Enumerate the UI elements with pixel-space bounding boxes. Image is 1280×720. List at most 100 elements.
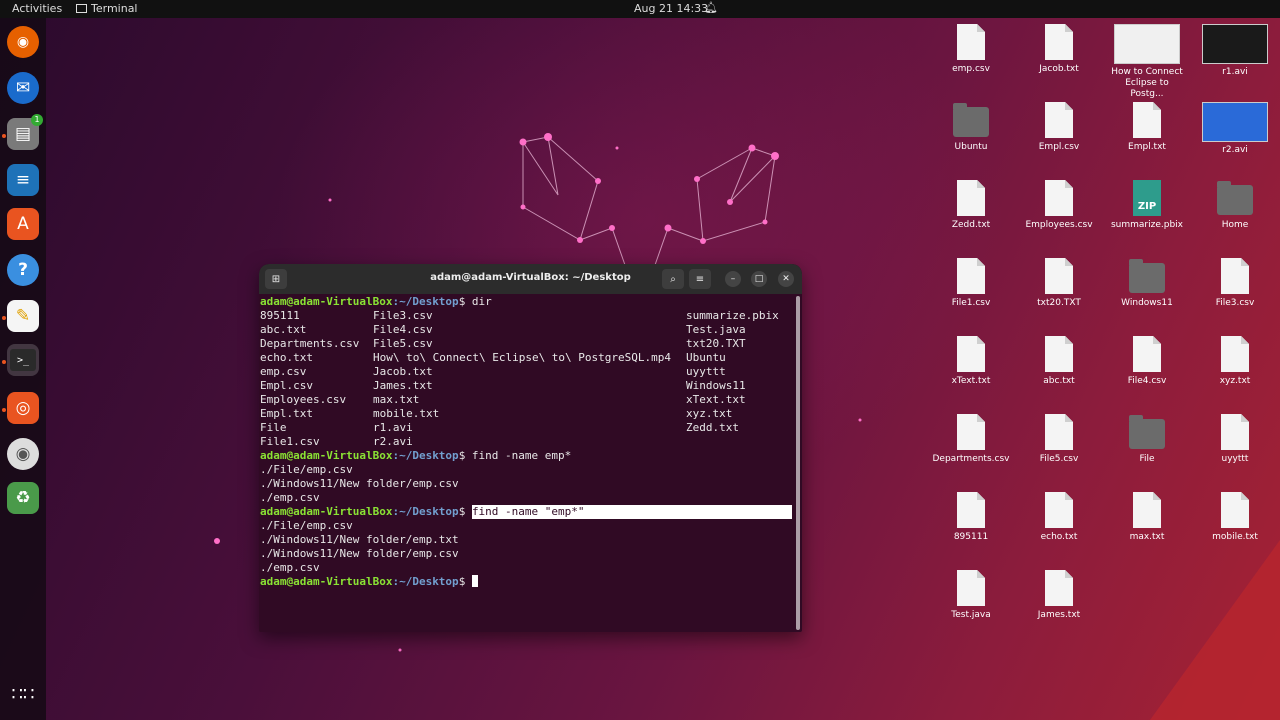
desktop-icon[interactable]: Zedd.txt <box>932 180 1010 231</box>
desktop-icon-label: File4.csv <box>1127 376 1167 386</box>
desktop-icon[interactable]: r1.avi <box>1196 24 1274 78</box>
desktop-icon[interactable]: txt20.TXT <box>1020 258 1098 309</box>
terminal-icon[interactable]: >_ <box>7 344 39 376</box>
minimize-icon[interactable]: – <box>725 271 741 287</box>
desktop-icon-label: r1.avi <box>1222 67 1248 77</box>
close-icon[interactable]: ✕ <box>778 271 794 287</box>
desktop-icon[interactable]: 895111 <box>932 492 1010 543</box>
desktop-icon[interactable]: mobile.txt <box>1196 492 1274 543</box>
desktop-icon[interactable]: Windows11 <box>1108 258 1186 309</box>
selected-command[interactable]: find -name "emp*" <box>471 505 792 519</box>
terminal-line: ./File/emp.csv <box>260 463 353 476</box>
terminal-title: adam@adam-VirtualBox: ~/Desktop <box>430 272 631 283</box>
desktop-icon[interactable]: How to Connect Eclipse to Postg... <box>1108 24 1186 100</box>
desktop-icon-label: How to Connect Eclipse to Postg... <box>1111 67 1183 99</box>
desktop-icon[interactable]: File1.csv <box>932 258 1010 309</box>
notification-bell-icon[interactable]: 🔔︎ <box>704 1 718 14</box>
desktop-icon-label: Zedd.txt <box>951 220 991 230</box>
desktop-icon[interactable]: Empl.txt <box>1108 102 1186 153</box>
file-icon <box>1045 414 1073 450</box>
file-icon <box>1221 492 1249 528</box>
terminal-line: ./emp.csv <box>260 491 320 504</box>
terminal-line: File <box>260 421 287 434</box>
terminal-scrollbar[interactable] <box>796 296 800 630</box>
app-menu[interactable]: Terminal <box>76 2 138 15</box>
terminal-line: xText.txt <box>686 393 746 406</box>
desktop-icon[interactable]: Test.java <box>932 570 1010 621</box>
desktop-icon-label: File <box>1139 454 1155 464</box>
desktop-icon[interactable]: Home <box>1196 180 1274 231</box>
desktop-icon[interactable]: Empl.csv <box>1020 102 1098 153</box>
trash-icon[interactable]: ♻ <box>7 482 39 514</box>
terminal-line: r2.avi <box>373 435 413 448</box>
active-prompt-line[interactable]: adam@adam-VirtualBox:~/Desktop$ <box>260 575 478 589</box>
terminal-line: ./Windows11/New folder/emp.csv <box>260 547 459 560</box>
menu-icon[interactable]: ≡ <box>689 269 711 289</box>
desktop-icon[interactable]: Ubuntu <box>932 102 1010 153</box>
desktop-icon-label: Departments.csv <box>932 454 1010 464</box>
desktop-icon[interactable]: Jacob.txt <box>1020 24 1098 75</box>
terminal-line: abc.txt <box>260 323 307 336</box>
desktop-icon[interactable]: emp.csv <box>932 24 1010 75</box>
desktop-icon-label: Empl.csv <box>1038 142 1080 152</box>
desktop-icon-label: emp.csv <box>952 64 990 74</box>
video-thumbnail-icon <box>1202 102 1268 142</box>
desktop-icon[interactable]: echo.txt <box>1020 492 1098 543</box>
terminal-line: File4.csv <box>373 323 433 336</box>
video-thumbnail-icon <box>1114 24 1180 64</box>
firefox-icon[interactable]: ◉ <box>7 26 39 58</box>
terminal-line: Ubuntu <box>686 351 726 364</box>
folder-icon <box>1129 415 1165 449</box>
app-grid-icon[interactable]: ∷∷ <box>7 678 39 710</box>
desktop-icon[interactable]: ZIP summarize.pbix <box>1108 180 1186 231</box>
desktop-icon[interactable]: xText.txt <box>932 336 1010 387</box>
terminal-line: Empl.txt <box>260 407 313 420</box>
terminal-line: mobile.txt <box>373 407 440 420</box>
clock[interactable]: Aug 21 14:33 <box>634 2 708 15</box>
help-icon[interactable]: ? <box>7 254 39 286</box>
desktop-icon-label: Home <box>1221 220 1249 230</box>
desktop-icon[interactable]: uyyttt <box>1196 414 1274 465</box>
activities-button[interactable]: Activities <box>12 2 62 15</box>
desktop-icon-label: r2.avi <box>1222 145 1248 155</box>
desktop-icon[interactable]: File5.csv <box>1020 414 1098 465</box>
desktop-icon[interactable]: File3.csv <box>1196 258 1274 309</box>
thunderbird-icon[interactable]: ✉ <box>7 72 39 104</box>
file-icon <box>957 180 985 216</box>
terminal-window[interactable]: ⊞ adam@adam-VirtualBox: ~/Desktop ⌕ ≡ – … <box>259 264 802 632</box>
file-icon <box>1133 336 1161 372</box>
desktop-icon[interactable]: File4.csv <box>1108 336 1186 387</box>
file-icon <box>1221 336 1249 372</box>
software-icon[interactable]: A <box>7 208 39 240</box>
desktop-icon[interactable]: xyz.txt <box>1196 336 1274 387</box>
maximize-icon[interactable]: □ <box>751 271 767 287</box>
file-icon <box>1045 258 1073 294</box>
top-bar: Activities Terminal Aug 21 14:33 🔔︎ <box>0 0 1280 18</box>
desktop-icon-label: Ubuntu <box>954 142 988 152</box>
terminal-line: Windows11 <box>686 379 746 392</box>
app-menu-label: Terminal <box>91 2 138 15</box>
desktop-icon[interactable]: James.txt <box>1020 570 1098 621</box>
file-icon <box>1221 258 1249 294</box>
files-icon[interactable]: ▤ 1 <box>7 114 43 150</box>
terminal-output[interactable]: adam@adam-VirtualBox:~/Desktop$ dir 8951… <box>260 295 792 625</box>
terminal-line: How\ to\ Connect\ Eclipse\ to\ PostgreSQ… <box>373 351 672 364</box>
running-indicator <box>2 134 6 138</box>
video-thumbnail-icon <box>1202 24 1268 64</box>
desktop-icon[interactable]: r2.avi <box>1196 102 1274 156</box>
disc-icon[interactable]: ◉ <box>7 438 39 470</box>
desktop-icon[interactable]: Employees.csv <box>1020 180 1098 231</box>
ubuntu-icon[interactable]: ◎ <box>7 392 39 424</box>
desktop-icon[interactable]: Departments.csv <box>932 414 1010 465</box>
desktop-icon[interactable]: abc.txt <box>1020 336 1098 387</box>
find-output-2: ./File/emp.csv ./Windows11/New folder/emp… <box>260 519 459 575</box>
search-icon[interactable]: ⌕ <box>662 269 684 289</box>
file-icon <box>1133 102 1161 138</box>
file-icon <box>957 414 985 450</box>
writer-icon[interactable]: ≡ <box>7 164 39 196</box>
desktop-icon[interactable]: max.txt <box>1108 492 1186 543</box>
text-editor-icon[interactable]: ✎ <box>7 300 39 332</box>
folder-icon <box>1129 259 1165 293</box>
desktop-icon[interactable]: File <box>1108 414 1186 465</box>
terminal-header[interactable]: ⊞ adam@adam-VirtualBox: ~/Desktop ⌕ ≡ – … <box>259 264 802 294</box>
